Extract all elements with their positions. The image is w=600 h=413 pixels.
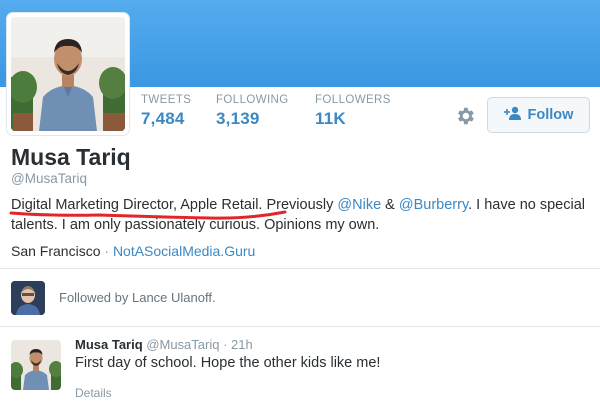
add-person-icon (503, 106, 522, 124)
follow-button-label: Follow (527, 107, 574, 123)
tweet-text: First day of school. Hope the other kids… (75, 355, 381, 371)
divider (0, 268, 600, 269)
stat-following-label: FOLLOWING (216, 94, 289, 106)
stat-tweets-value: 7,484 (141, 109, 185, 128)
stat-followers-value: 11K (315, 109, 346, 128)
followed-by-avatar[interactable] (11, 281, 45, 315)
gear-icon[interactable] (454, 105, 476, 127)
bio-mention-burberry[interactable]: @Burberry (399, 197, 468, 213)
divider (0, 326, 600, 327)
stat-following-value: 3,139 (216, 109, 260, 128)
bio-mention-nike[interactable]: @Nike (337, 197, 381, 213)
annotation-underline (9, 210, 287, 220)
stat-tweets-label: TWEETS (141, 94, 192, 106)
avatar-photo (11, 17, 125, 131)
stat-followers[interactable]: FOLLOWERS 11K (315, 94, 391, 129)
tweet-author-name[interactable]: Musa Tariq (75, 337, 143, 352)
stat-following[interactable]: FOLLOWING 3,139 (216, 94, 289, 129)
meta-separator: · (104, 243, 110, 259)
followed-by-text: Followed by Lance Ulanoff. (59, 290, 216, 305)
followed-by-prefix: Followed by (59, 290, 132, 305)
profile-name[interactable]: Musa Tariq (11, 144, 131, 171)
tweet-avatar[interactable] (11, 340, 61, 390)
tweet-header: Musa Tariq @MusaTariq · 21h (75, 337, 253, 352)
tweet-timestamp[interactable]: · 21h (223, 337, 253, 352)
stat-tweets[interactable]: TWEETS 7,484 (141, 94, 191, 129)
follow-button[interactable]: Follow (487, 97, 590, 133)
tweet-author-handle[interactable]: @MusaTariq (146, 337, 219, 352)
bio-text-2: & (381, 197, 399, 213)
profile-avatar[interactable] (7, 13, 129, 135)
profile-location: San Francisco (11, 243, 101, 259)
stat-followers-label: FOLLOWERS (315, 94, 391, 106)
profile-website-link[interactable]: NotASocialMedia.Guru (113, 243, 255, 259)
profile-meta: San Francisco · NotASocialMedia.Guru (11, 243, 255, 259)
tweet-details-link[interactable]: Details (75, 386, 112, 400)
followed-by-suffix: . (211, 290, 216, 305)
profile-handle[interactable]: @MusaTariq (11, 171, 87, 186)
followed-by-link[interactable]: Lance Ulanoff (132, 290, 212, 305)
